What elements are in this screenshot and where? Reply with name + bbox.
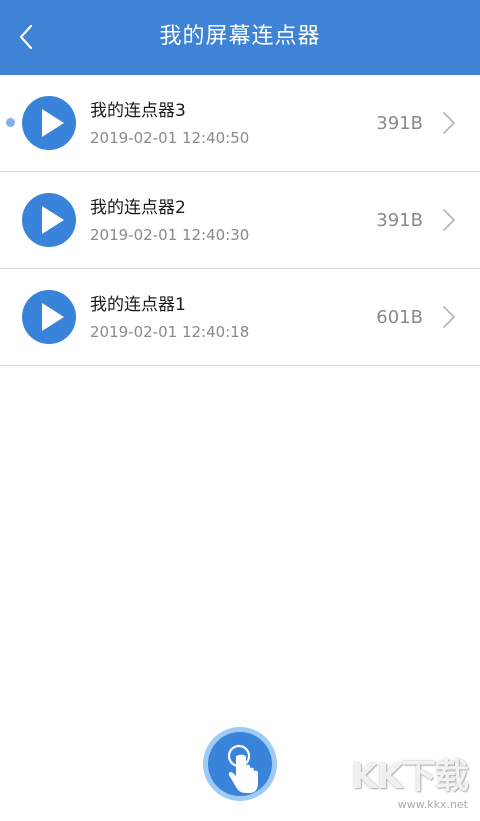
list-item[interactable]: 我的连点器2 2019-02-01 12:40:30 391B xyxy=(0,172,480,269)
chevron-right-icon xyxy=(443,209,455,231)
start-clicker-button[interactable] xyxy=(203,727,277,801)
item-timestamp: 2019-02-01 12:40:30 xyxy=(90,226,250,244)
tap-finger-icon xyxy=(227,744,258,793)
page-title: 我的屏幕连点器 xyxy=(159,24,321,49)
play-circle-icon[interactable] xyxy=(21,289,77,345)
list-item[interactable]: 我的连点器3 2019-02-01 12:40:50 391B xyxy=(0,75,480,172)
item-timestamp: 2019-02-01 12:40:18 xyxy=(90,323,250,341)
chevron-right-icon xyxy=(443,112,455,134)
clicker-list: 我的连点器3 2019-02-01 12:40:50 391B 我的连点器2 2… xyxy=(0,75,480,366)
app-screen: 我的屏幕连点器 我的连点器3 2019-02-01 12:40:50 391B … xyxy=(0,0,480,821)
item-size: 601B xyxy=(376,307,423,328)
play-circle-icon[interactable] xyxy=(21,95,77,151)
item-name: 我的连点器2 xyxy=(90,198,186,218)
list-item[interactable]: 我的连点器1 2019-02-01 12:40:18 601B xyxy=(0,269,480,366)
watermark-logo: KK下载 xyxy=(351,757,469,797)
unread-dot xyxy=(6,118,15,127)
item-name: 我的连点器1 xyxy=(90,295,186,315)
chevron-right-icon xyxy=(443,306,455,328)
play-circle-icon[interactable] xyxy=(21,192,77,248)
watermark-url: www.kkx.net xyxy=(397,798,468,811)
item-name: 我的连点器3 xyxy=(90,101,186,121)
app-header: 我的屏幕连点器 xyxy=(0,0,480,75)
watermark: KK下载 www.kkx.net xyxy=(351,757,472,817)
item-size: 391B xyxy=(376,113,423,134)
item-size: 391B xyxy=(376,210,423,231)
item-timestamp: 2019-02-01 12:40:50 xyxy=(90,129,250,147)
